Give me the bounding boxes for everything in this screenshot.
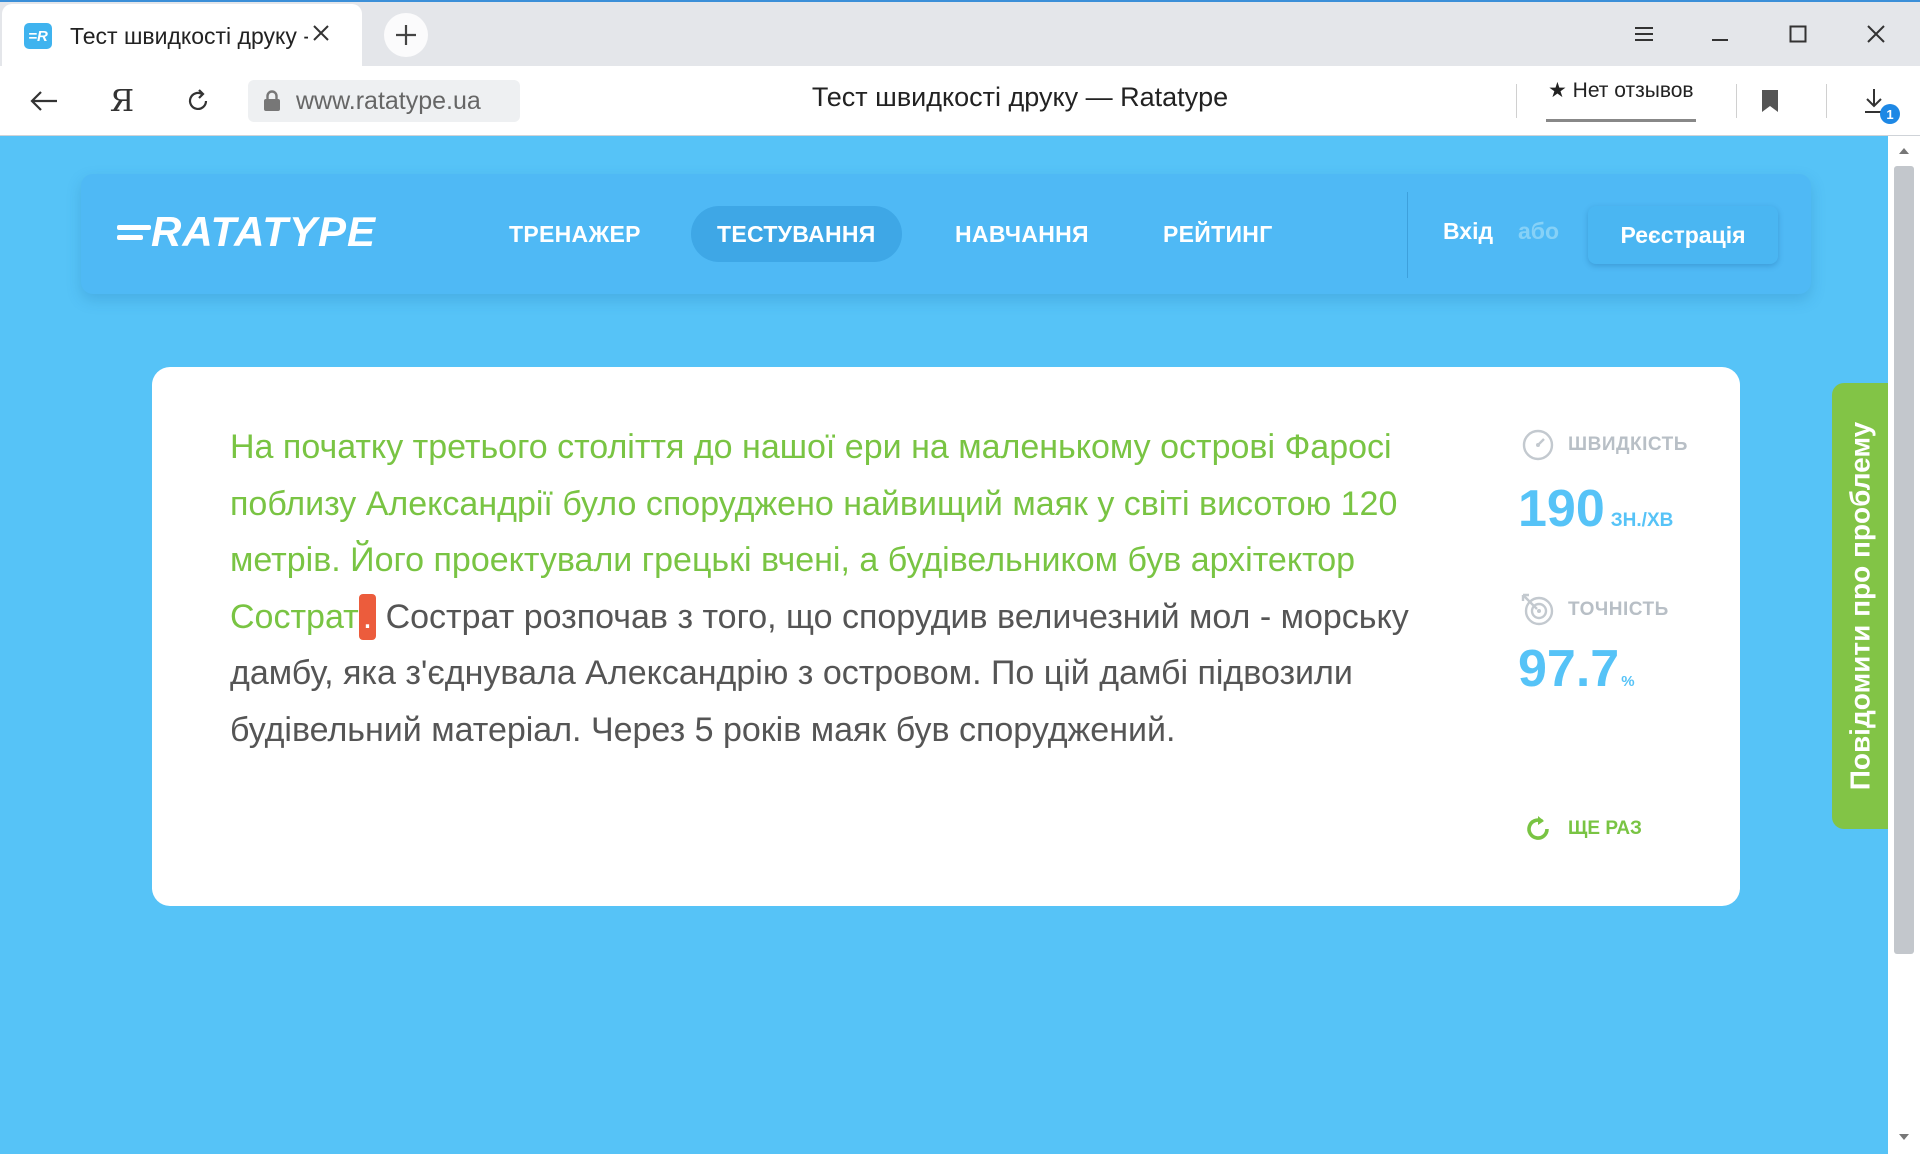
address-bar[interactable]: www.ratatype.ua	[248, 80, 520, 122]
speed-value: 190 ЗН./ХВ	[1518, 480, 1674, 538]
nav-learning[interactable]: НАВЧАННЯ	[929, 206, 1115, 262]
page-title: Тест швидкості друку — Ratatype	[811, 82, 1229, 112]
new-tab-button[interactable]	[384, 13, 428, 57]
stopwatch-icon	[1520, 427, 1556, 463]
browser-menu-icon[interactable]	[1624, 14, 1664, 54]
tab-title: Тест швидкості друку - Ratatype	[70, 22, 308, 49]
browser-navbar: Я www.ratatype.ua Тест швидкості друку —…	[0, 66, 1920, 136]
lock-icon	[248, 80, 296, 122]
reload-icon[interactable]	[178, 81, 218, 121]
scroll-thumb[interactable]	[1894, 166, 1914, 954]
toolbar-divider	[1516, 84, 1517, 118]
report-problem-tab[interactable]: Повідомити про проблему	[1832, 383, 1888, 829]
scroll-up-arrow-icon[interactable]	[1896, 144, 1912, 158]
reviews-button[interactable]: ★ Нет отзывов	[1546, 78, 1696, 122]
yandex-icon[interactable]: Я	[102, 81, 142, 121]
typing-test-card: На початку третього століття до нашої ер…	[152, 367, 1740, 906]
typing-text[interactable]: На початку третього століття до нашої ер…	[230, 419, 1450, 758]
target-icon	[1520, 592, 1556, 628]
header-divider	[1407, 192, 1408, 278]
login-link[interactable]: Вхід	[1443, 218, 1493, 245]
toolbar-divider	[1736, 84, 1737, 118]
speed-label: ШВИДКІСТЬ	[1520, 427, 1688, 463]
maximize-icon[interactable]	[1778, 14, 1818, 54]
register-button[interactable]: Реєстрація	[1588, 206, 1778, 264]
tab-close-icon[interactable]	[306, 18, 336, 48]
minimize-icon[interactable]	[1700, 14, 1740, 54]
browser-tabbar: =R Тест швидкості друку - Ratatype	[0, 0, 1920, 68]
downloads-count-badge: 1	[1880, 104, 1900, 124]
logo-mark-icon	[117, 224, 151, 240]
or-text: або	[1518, 218, 1560, 244]
page-scrollbar[interactable]	[1888, 136, 1920, 1154]
browser-tab-active[interactable]: =R Тест швидкості друку - Ratatype	[2, 4, 362, 68]
ratatype-favicon-icon: =R	[24, 23, 52, 49]
back-arrow-icon[interactable]	[24, 81, 64, 121]
remaining-text: Сострат розпочав з того, що спорудив вел…	[230, 597, 1409, 749]
retry-icon	[1522, 813, 1554, 845]
toolbar-divider	[1826, 84, 1827, 118]
accuracy-unit: %	[1621, 673, 1635, 690]
accuracy-value: 97.7%	[1518, 640, 1635, 698]
current-char: .	[358, 593, 377, 640]
logo-text: RATATYPE	[151, 208, 376, 255]
close-window-icon[interactable]	[1856, 14, 1896, 54]
scroll-down-arrow-icon[interactable]	[1896, 1130, 1912, 1144]
retry-button[interactable]: ЩЕ РАЗ	[1522, 813, 1642, 845]
speed-unit: ЗН./ХВ	[1610, 510, 1674, 531]
address-url: www.ratatype.ua	[296, 86, 481, 115]
bookmark-icon[interactable]	[1750, 81, 1790, 121]
site-header: RATATYPE ТРЕНАЖЕР ТЕСТУВАННЯ НАВЧАННЯ РЕ…	[81, 174, 1811, 294]
report-problem-label: Повідомити про проблему	[1844, 421, 1876, 791]
nav-testing[interactable]: ТЕСТУВАННЯ	[691, 206, 902, 262]
ratatype-logo[interactable]: RATATYPE	[117, 208, 376, 256]
nav-rating[interactable]: РЕЙТИНГ	[1137, 206, 1299, 262]
nav-trainer[interactable]: ТРЕНАЖЕР	[483, 206, 667, 262]
accuracy-label: ТОЧНІСТЬ	[1520, 592, 1669, 628]
